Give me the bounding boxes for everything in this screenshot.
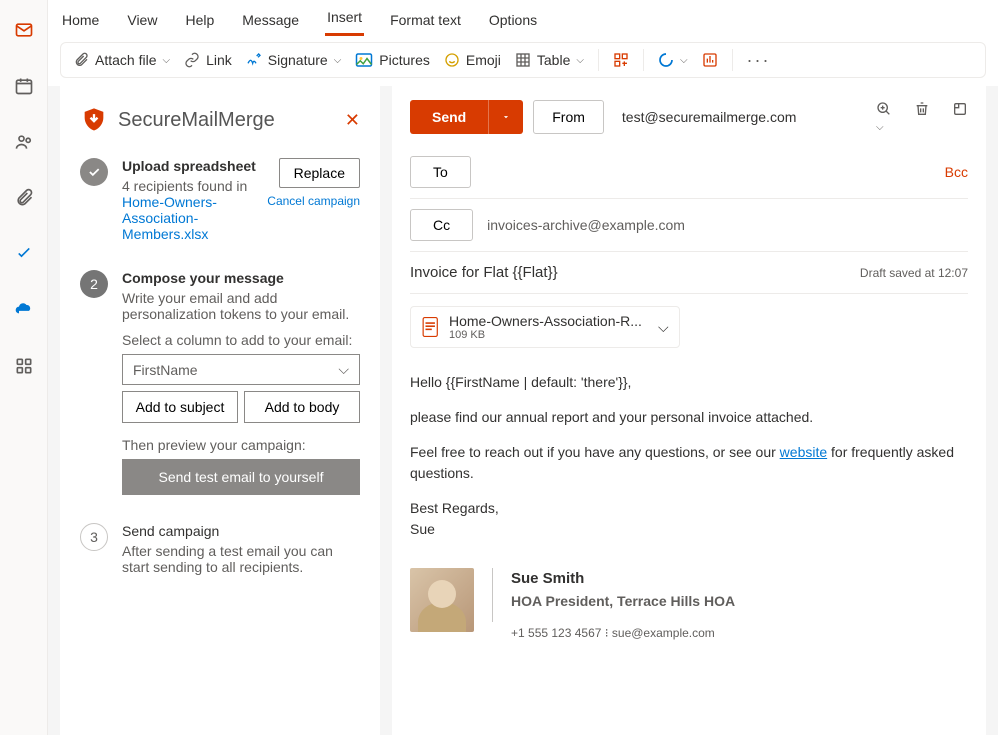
add-to-subject-button[interactable]: Add to subject [122,391,238,423]
step1-file-link[interactable]: Home-Owners-Association-Members.xlsx [122,194,252,242]
zoom-icon[interactable]: ⌵ [876,101,892,133]
step2-badge: 2 [80,270,108,298]
attachment-icon[interactable] [8,182,40,214]
cancel-campaign-link[interactable]: Cancel campaign [267,194,360,208]
close-icon[interactable]: ✕ [345,110,360,131]
popout-icon[interactable] [952,101,968,133]
tab-options[interactable]: Options [487,4,539,36]
more-button[interactable]: ··· [747,50,771,71]
step3-badge: 3 [80,523,108,551]
tab-format-text[interactable]: Format text [388,4,463,36]
tab-view[interactable]: View [125,4,159,36]
add-to-body-button[interactable]: Add to body [244,391,360,423]
draft-saved-label: Draft saved at 12:07 [860,266,968,280]
from-email: test@securemailmerge.com [622,109,797,125]
cc-button[interactable]: Cc [410,209,473,241]
loop-button[interactable]: ⌵ [658,52,688,68]
signature-block: Sue Smith HOA President, Terrace Hills H… [410,568,968,642]
people-icon[interactable] [8,126,40,158]
avatar [410,568,474,632]
replace-button[interactable]: Replace [279,158,360,188]
send-button[interactable]: Send [410,100,488,134]
step3-title: Send campaign [122,523,360,539]
column-select[interactable]: FirstName ⌵ [122,354,360,385]
signature-name: Sue Smith [511,568,735,591]
todo-icon[interactable] [8,238,40,270]
preview-label: Then preview your campaign: [122,437,360,453]
chevron-down-icon[interactable]: ⌵ [658,319,669,336]
step1-badge [80,158,108,186]
calendar-icon[interactable] [8,70,40,102]
from-button[interactable]: From [533,100,604,134]
apps-button[interactable] [613,52,629,68]
table-button[interactable]: Table⌵ [515,52,584,68]
select-column-label: Select a column to add to your email: [122,332,360,348]
onedrive-icon[interactable] [8,294,40,326]
cc-value: invoices-archive@example.com [487,217,685,233]
tab-message[interactable]: Message [240,4,301,36]
tab-home[interactable]: Home [60,4,101,36]
emoji-button[interactable]: Emoji [444,52,501,68]
link-button[interactable]: Link [184,52,232,68]
mail-icon[interactable] [8,14,40,46]
subject-input[interactable]: Invoice for Flat {{Flat}} [410,264,558,281]
tab-help[interactable]: Help [183,4,216,36]
left-rail [0,0,48,735]
step2-desc: Write your email and add personalization… [122,290,360,322]
apps-icon[interactable] [8,350,40,382]
step2-title: Compose your message [122,270,360,286]
chevron-down-icon: ⌵ [338,361,349,378]
signature-button[interactable]: Signature⌵ [246,52,342,68]
addin-panel: SecureMailMerge ✕ Upload spreadsheet 4 r… [60,86,380,735]
email-body[interactable]: Hello {{FirstName | default: 'there'}}, … [410,372,968,642]
bcc-link[interactable]: Bcc [945,164,968,180]
to-button[interactable]: To [410,156,471,188]
step1-found: 4 recipients found in [122,178,256,194]
step1-title: Upload spreadsheet [122,158,256,174]
panel-title: SecureMailMerge [80,106,275,134]
ribbon: Attach file⌵ Link Signature⌵ Pictures Em… [60,42,986,78]
poll-button[interactable] [702,52,718,68]
attachment-chip[interactable]: Home-Owners-Association-R... 109 KB ⌵ [410,306,680,348]
compose-pane: Send From test@securemailmerge.com ⌵ To … [392,86,986,735]
signature-contact: +1 555 123 4567 ⁝ sue@example.com [511,624,735,642]
website-link[interactable]: website [780,444,827,460]
menu-bar: Home View Help Message Insert Format tex… [48,0,998,36]
step3-desc: After sending a test email you can start… [122,543,360,575]
file-icon [421,316,441,338]
tab-insert[interactable]: Insert [325,1,364,36]
signature-title: HOA President, Terrace Hills HOA [511,591,735,612]
pictures-button[interactable]: Pictures [355,52,430,68]
send-dropdown[interactable] [488,100,523,134]
attach-file-button[interactable]: Attach file⌵ [73,52,170,68]
delete-icon[interactable] [914,101,930,133]
send-test-button[interactable]: Send test email to yourself [122,459,360,495]
shield-icon [80,106,108,134]
